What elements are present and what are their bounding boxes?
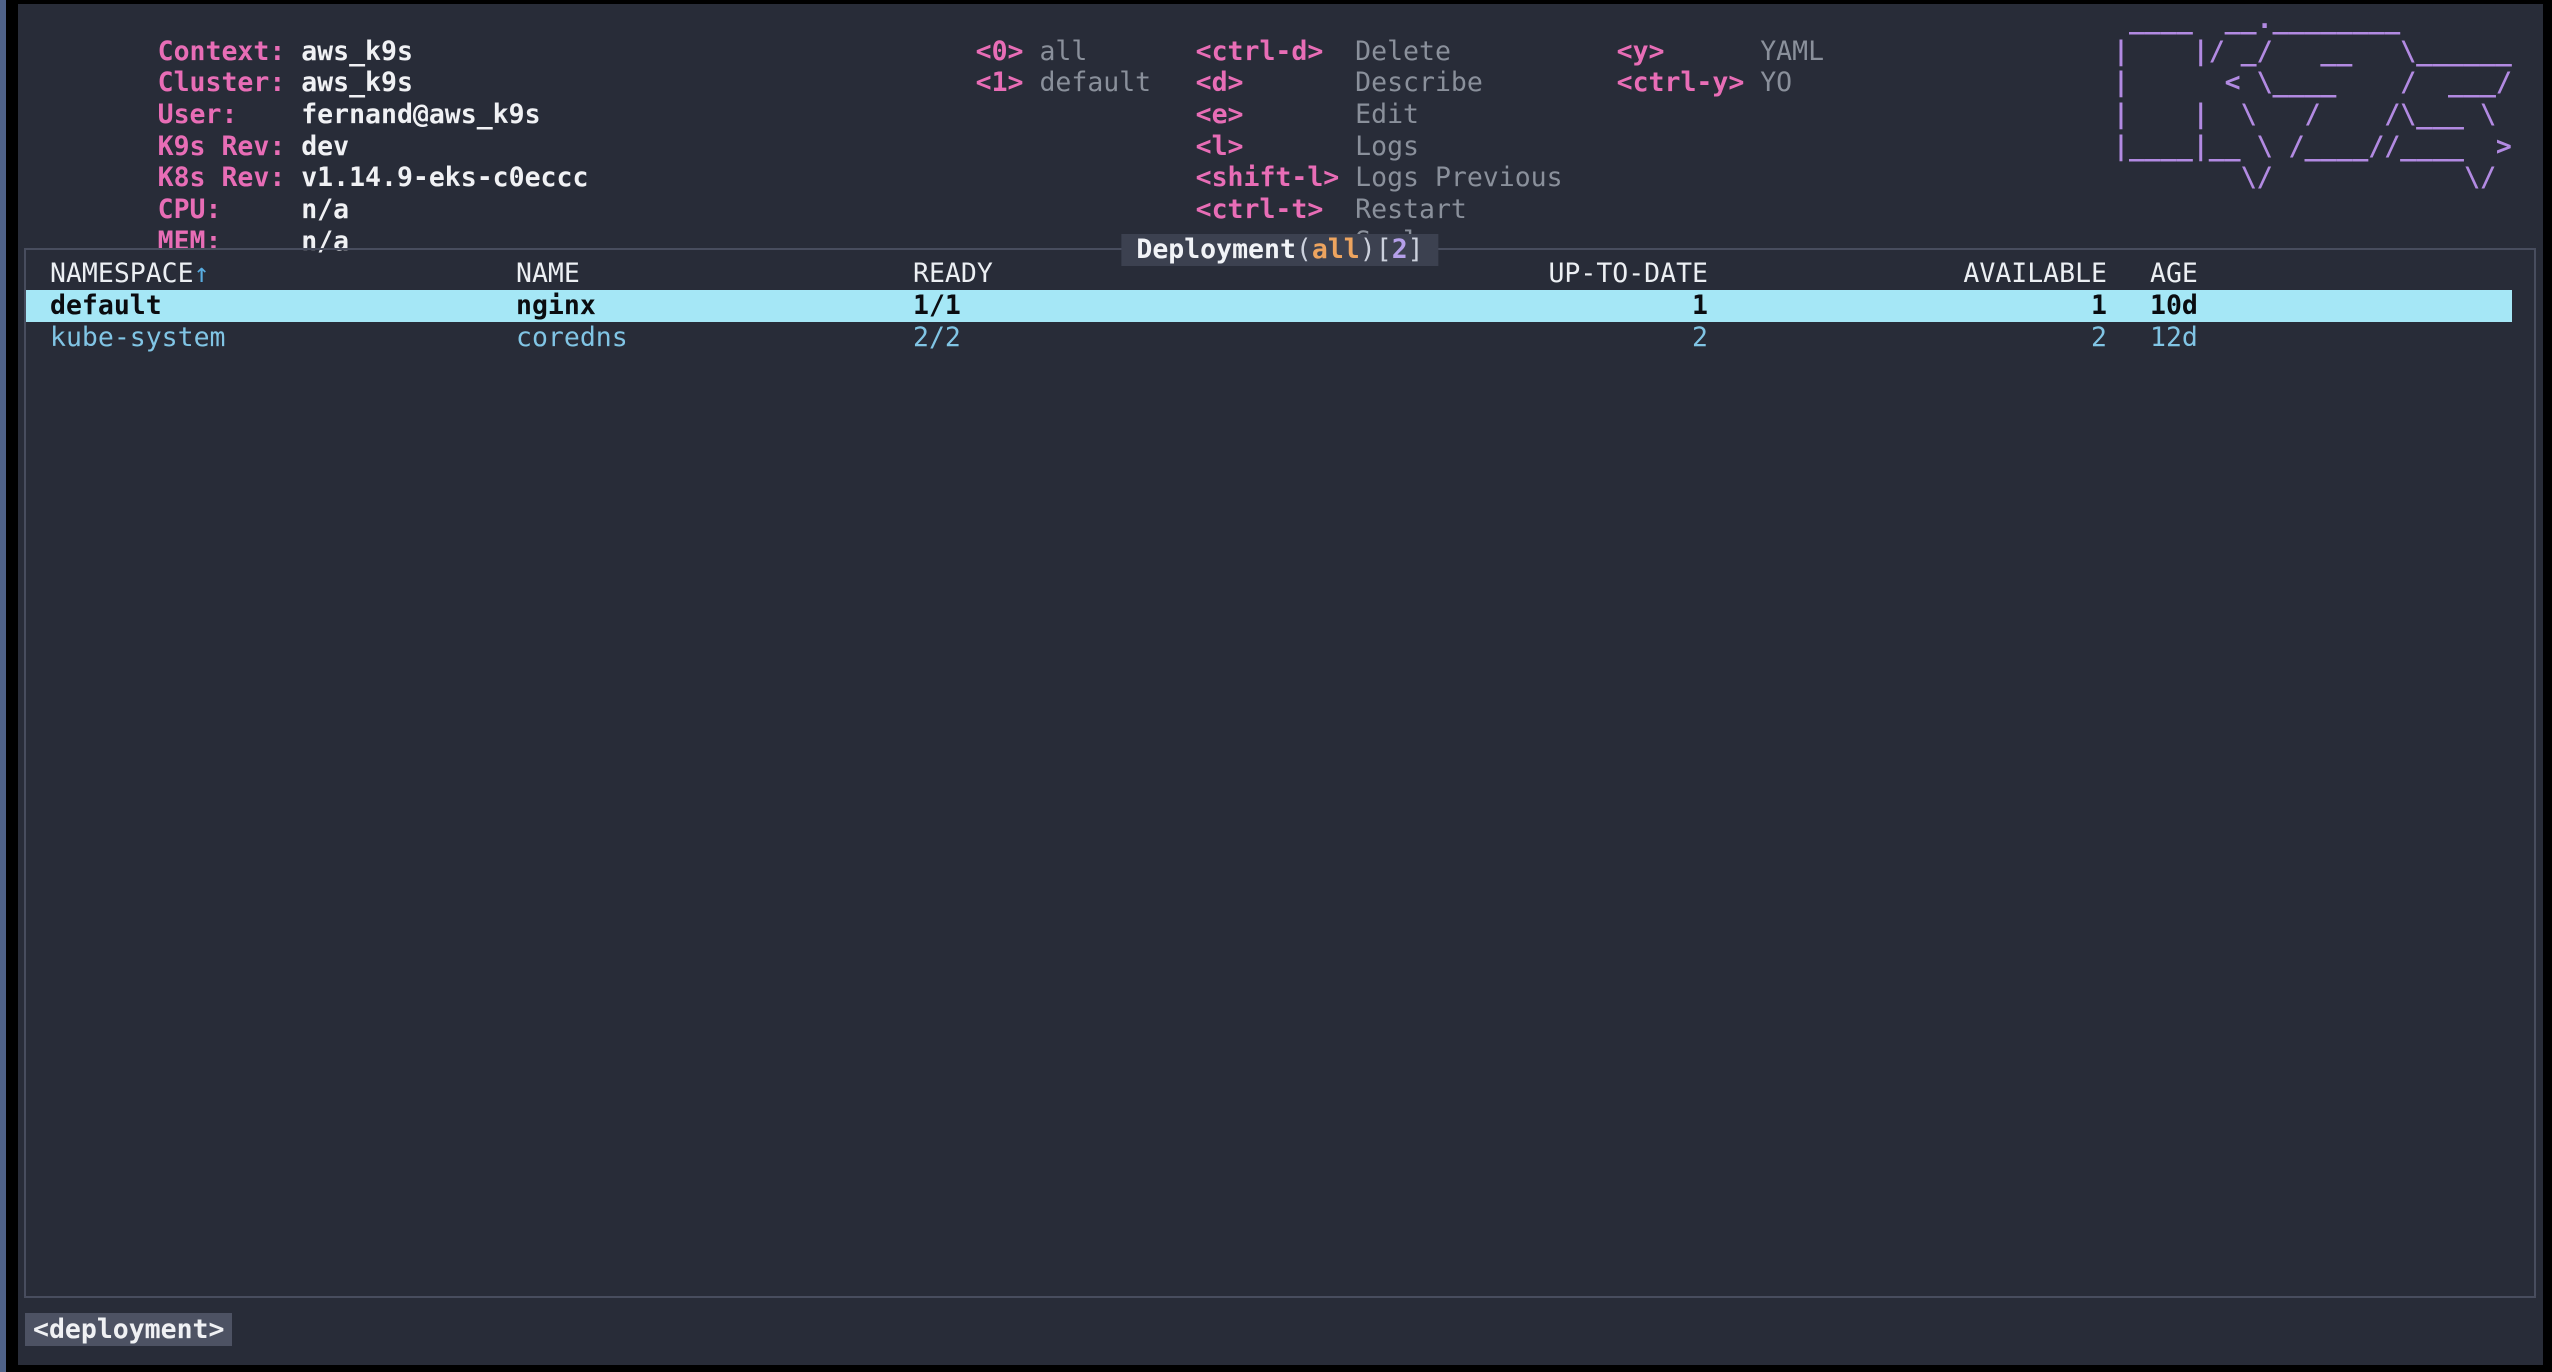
cell-ready: 1/1: [913, 290, 961, 322]
cell-available: 1: [1826, 290, 2107, 322]
logo-line: ____ __.________: [2113, 4, 2512, 36]
cell-name: nginx: [516, 290, 596, 322]
cluster-label: Cluster:: [158, 67, 302, 99]
cell-ready: 2/2: [913, 322, 961, 354]
hotkey-describe-key: <d>: [1196, 67, 1356, 99]
k8s-rev-label: K8s Rev:: [158, 162, 302, 194]
cell-name: coredns: [516, 322, 628, 354]
sort-ascending-icon: ↑: [194, 258, 210, 289]
k9s-terminal: Context:aws_k9s Cluster:aws_k9s User:fer…: [18, 4, 2543, 1365]
cluster-info-panel: Context:aws_k9s Cluster:aws_k9s User:fer…: [30, 4, 588, 226]
logo-line: | |/ _/ __ \______: [2113, 36, 2512, 68]
hotkey-edit-label: Edit: [1355, 99, 1419, 130]
cell-namespace: default: [50, 290, 162, 322]
logo-line: | | \ / /\___ \: [2113, 99, 2512, 131]
column-header-age[interactable]: AGE: [2150, 258, 2198, 290]
hotkey-yaml-label: YAML: [1760, 36, 1824, 67]
hotkey-logs-previous-label: Logs Previous: [1355, 162, 1562, 193]
header: Context:aws_k9s Cluster:aws_k9s User:fer…: [18, 4, 2543, 244]
cell-age: 12d: [2150, 322, 2198, 354]
k9s-rev-value: dev: [301, 131, 349, 162]
breadcrumb: <deployment>: [25, 1313, 232, 1346]
k9s-rev-label: K9s Rev:: [158, 131, 302, 163]
logo-line: |____|__ \ /____//____ >: [2113, 131, 2512, 163]
user-label: User:: [158, 99, 302, 131]
cell-available: 2: [1826, 322, 2107, 354]
hotkey-restart-label: Restart: [1355, 194, 1467, 225]
hotkey-logs-label: Logs: [1355, 131, 1419, 162]
column-header-ready[interactable]: READY: [913, 258, 993, 290]
k8s-rev-value: v1.14.9-eks-c0eccc: [301, 162, 588, 193]
namespace-header-label: NAMESPACE: [50, 258, 194, 289]
hotkey-edit-key: <e>: [1196, 99, 1356, 131]
yaml-hotkeys-menu: <y>YAML <ctrl-y>YO: [1489, 4, 1824, 67]
cpu-label: CPU:: [158, 194, 302, 226]
context-value: aws_k9s: [301, 36, 413, 67]
hotkey-delete-label: Delete: [1355, 36, 1451, 67]
table-row-nginx[interactable]: default nginx 1/1 1 1 10d: [26, 290, 2512, 322]
column-header-up-to-date[interactable]: UP-TO-DATE: [1426, 258, 1708, 290]
hotkey-default-key: <1>: [976, 67, 1040, 99]
cluster-info-row-context: Context:aws_k9s: [30, 4, 588, 36]
window-edge: [0, 0, 6, 1372]
deployment-view: Deployment(all)[2] NAMESPACE↑ NAME READY…: [24, 248, 2536, 1298]
hotkey-logs-previous-key: <shift-l>: [1196, 162, 1356, 194]
cell-age: 10d: [2150, 290, 2198, 322]
column-header-namespace[interactable]: NAMESPACE↑: [50, 258, 210, 290]
hotkey-yo-key: <ctrl-y>: [1617, 67, 1761, 99]
logo-line: | < \____ / ___/: [2113, 67, 2512, 99]
cluster-value: aws_k9s: [301, 67, 413, 98]
hotkey-restart-key: <ctrl-t>: [1196, 194, 1356, 226]
table-header-row: NAMESPACE↑ NAME READY UP-TO-DATE AVAILAB…: [26, 258, 2534, 290]
table-row-coredns[interactable]: kube-system coredns 2/2 2 2 12d: [26, 322, 2534, 354]
logo-line: \/ \/: [2113, 162, 2512, 194]
cell-up-to-date: 2: [1426, 322, 1708, 354]
k9s-ascii-logo: ____ __.________ | |/ _/ __ \______ | < …: [2113, 4, 2512, 194]
cpu-value: n/a: [301, 194, 349, 225]
column-header-name[interactable]: NAME: [516, 258, 580, 290]
cell-namespace: kube-system: [50, 322, 226, 354]
cell-up-to-date: 1: [1426, 290, 1708, 322]
hotkey-all-key: <0>: [976, 36, 1040, 68]
hotkey-delete-key: <ctrl-d>: [1196, 36, 1356, 68]
hotkey-logs-key: <l>: [1196, 131, 1356, 163]
hotkey-yaml-key: <y>: [1617, 36, 1761, 68]
hotkey-yaml[interactable]: <y>YAML: [1489, 4, 1824, 36]
breadcrumb-deployment[interactable]: <deployment>: [25, 1313, 232, 1346]
hotkey-describe-label: Describe: [1355, 67, 1483, 98]
user-value: fernand@aws_k9s: [301, 99, 540, 130]
hotkey-yo-label: YO: [1760, 67, 1792, 98]
context-label: Context:: [158, 36, 302, 68]
column-header-available[interactable]: AVAILABLE: [1826, 258, 2107, 290]
